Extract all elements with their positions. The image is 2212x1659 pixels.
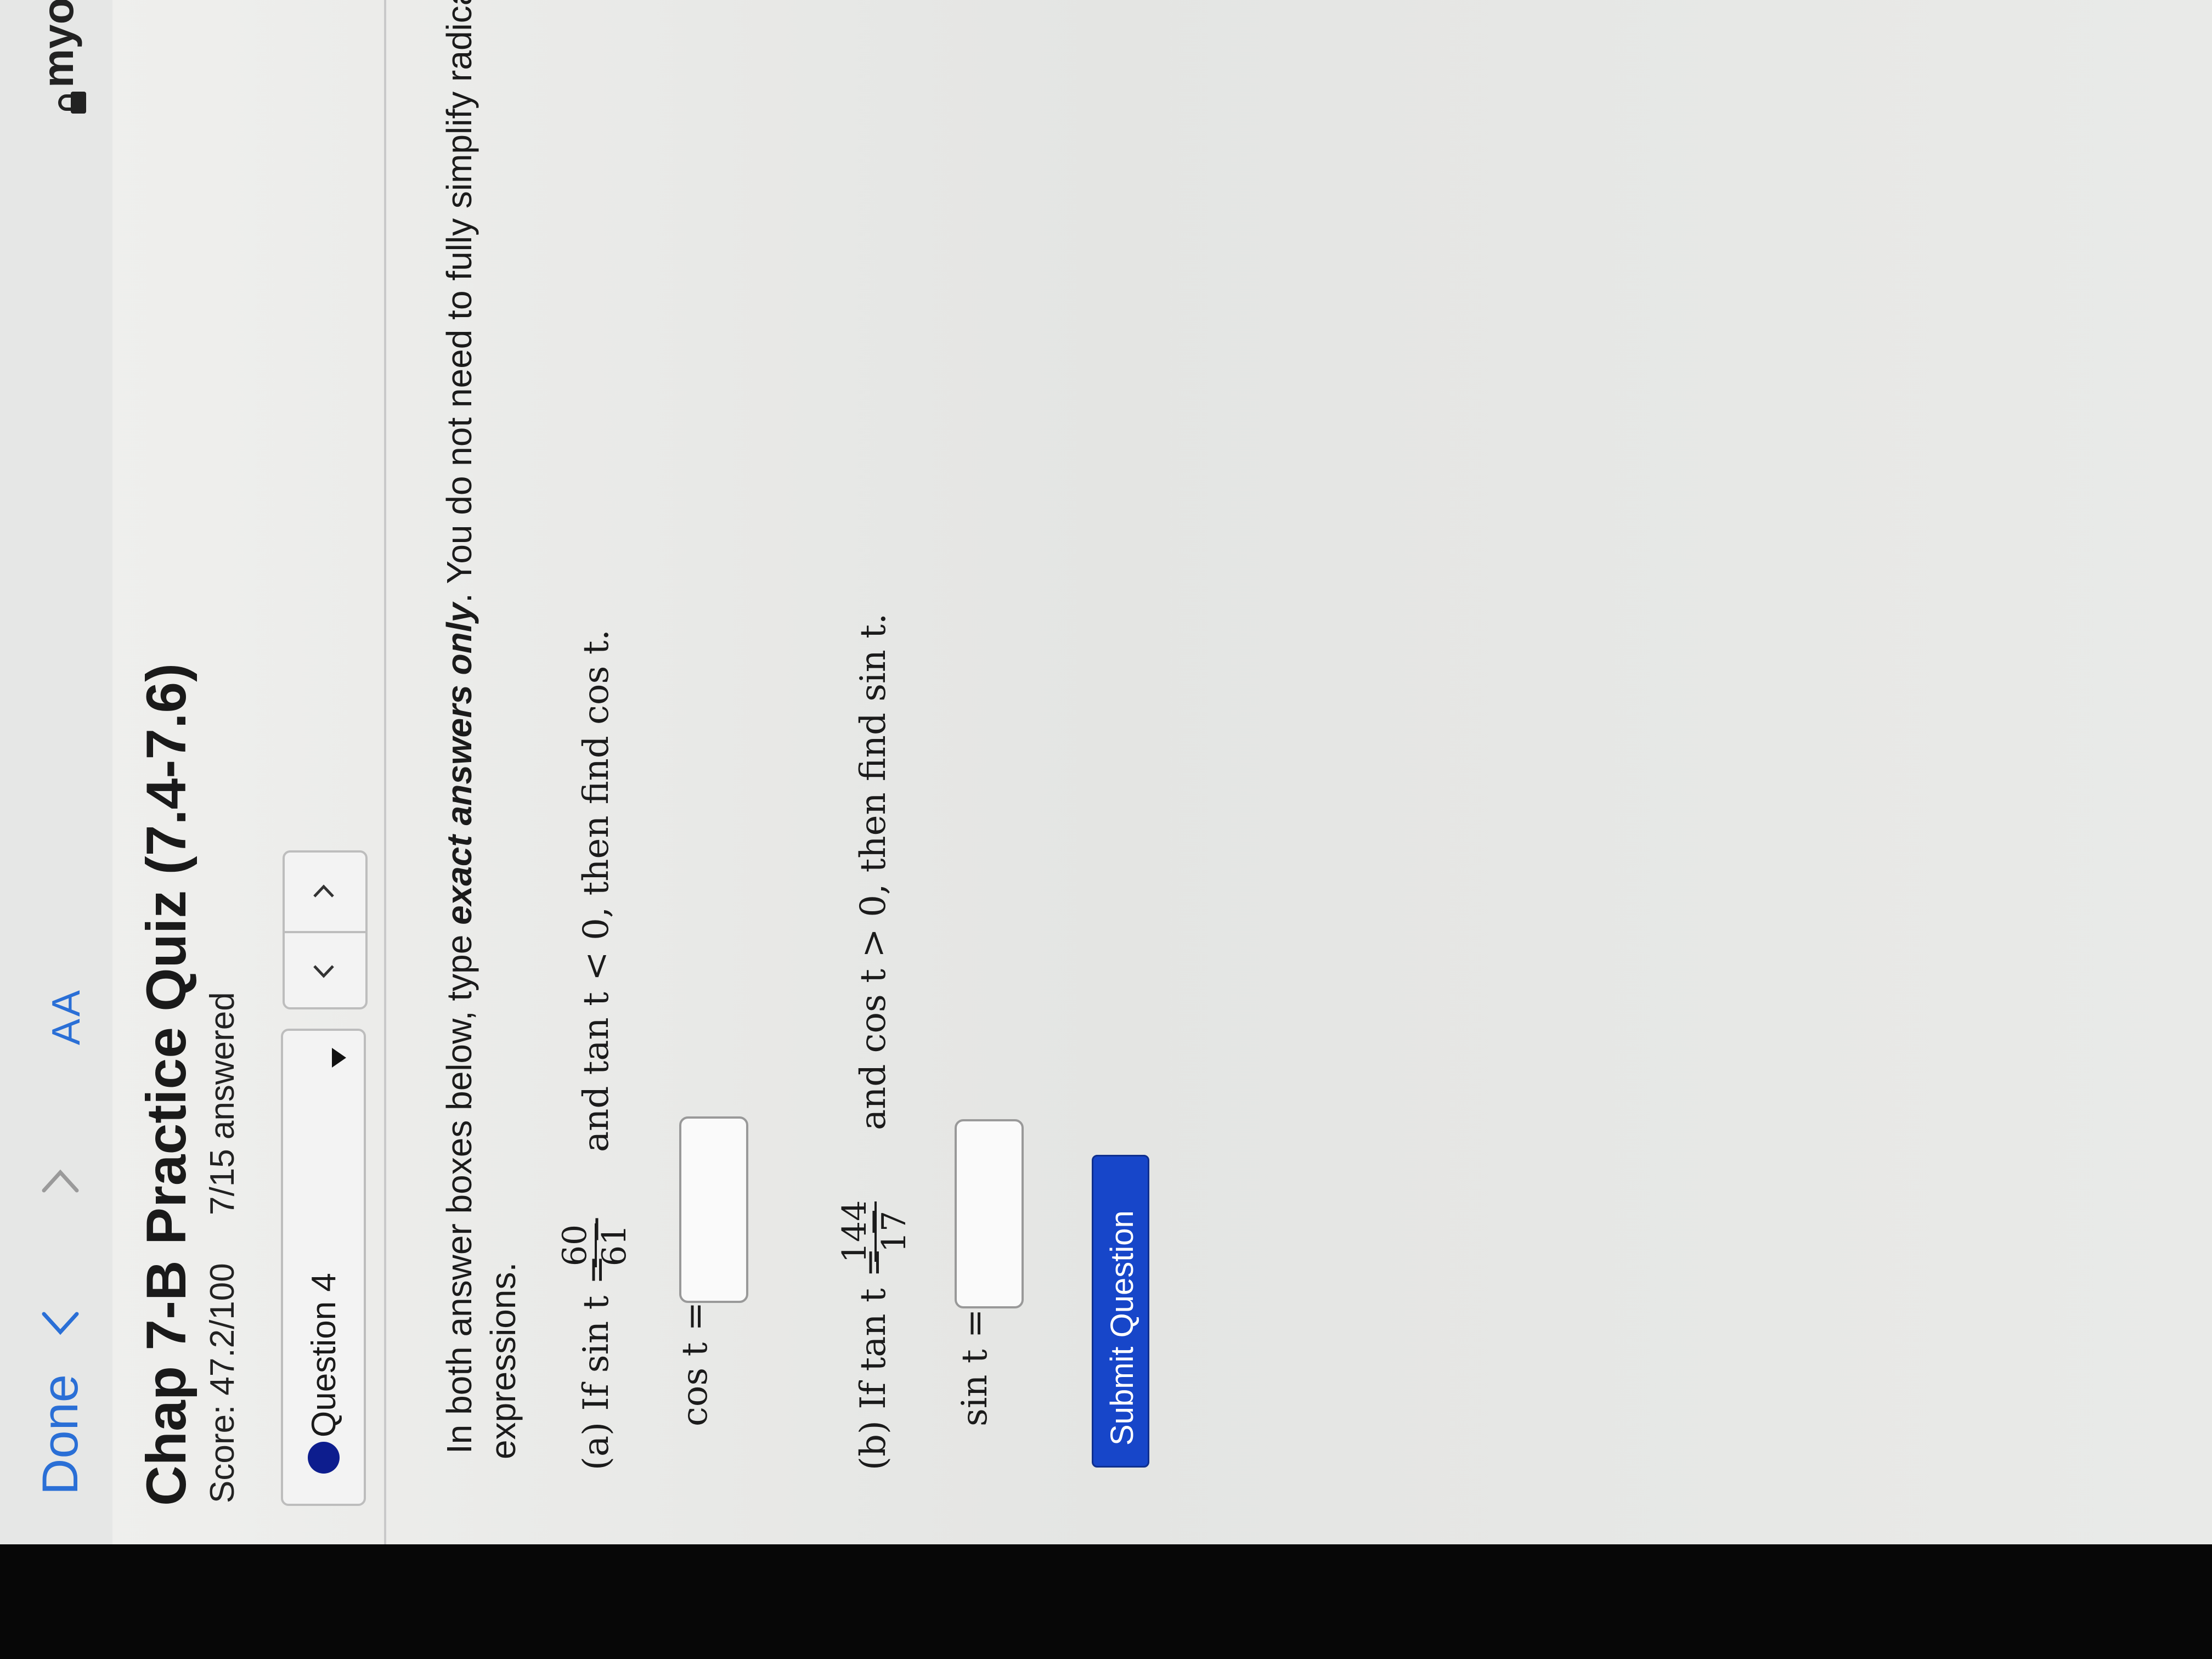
page-title: Chap 7-B Practice Quiz (7.4-7.6) bbox=[135, 663, 198, 1506]
question-status-dot-icon bbox=[308, 1442, 340, 1474]
submit-question-label: Submit Question bbox=[1104, 1210, 1140, 1446]
dropdown-arrow-icon bbox=[332, 1048, 346, 1068]
part-a-denominator: 61 bbox=[595, 1224, 634, 1266]
lock-icon bbox=[58, 92, 86, 114]
instruction-line-1: In both answer boxes below, type exact a… bbox=[439, 0, 479, 1454]
part-b-answer-label: sin t = bbox=[955, 1308, 995, 1426]
question-selector-label: Question 4 bbox=[305, 1273, 343, 1437]
part-b-condition: and cos t > 0, then find sin t. bbox=[853, 613, 894, 1130]
part-b-denominator: 17 bbox=[875, 1211, 913, 1252]
part-a-condition: and tan t < 0, then find cos t. bbox=[576, 629, 617, 1152]
screen-bezel bbox=[0, 1544, 2212, 1659]
done-button[interactable]: Done bbox=[32, 1374, 89, 1495]
cos-t-answer-input[interactable] bbox=[679, 1116, 748, 1303]
score-text: Score: 47.2/100 bbox=[204, 1263, 241, 1503]
text-size-button[interactable]: AA bbox=[44, 988, 89, 1045]
next-question-icon[interactable] bbox=[304, 872, 343, 911]
part-b-numerator: 144 bbox=[837, 1200, 874, 1263]
instruction-post: . You do not need to fully simplify radi… bbox=[439, 0, 479, 603]
nav-divider bbox=[285, 931, 365, 933]
site-address[interactable]: myo bbox=[33, 0, 83, 88]
previous-question-icon[interactable] bbox=[304, 952, 343, 990]
header-divider bbox=[384, 0, 386, 1544]
part-a-numerator: 60 bbox=[560, 1224, 594, 1266]
part-a-answer-label: cos t = bbox=[675, 1301, 715, 1426]
instruction-emphasis: exact answers only bbox=[439, 602, 479, 925]
instruction-line-2: expressions. bbox=[483, 1262, 523, 1459]
sin-t-answer-input[interactable] bbox=[955, 1119, 1024, 1308]
forward-chevron-icon[interactable] bbox=[38, 1160, 82, 1204]
back-chevron-icon[interactable] bbox=[38, 1300, 82, 1344]
answered-count: 7/15 answered bbox=[204, 992, 241, 1215]
part-b-fraction: 144 17 bbox=[837, 1200, 913, 1263]
part-a-fraction: 60 61 bbox=[560, 1223, 634, 1267]
instruction-pre: In both answer boxes below, type bbox=[439, 924, 479, 1454]
